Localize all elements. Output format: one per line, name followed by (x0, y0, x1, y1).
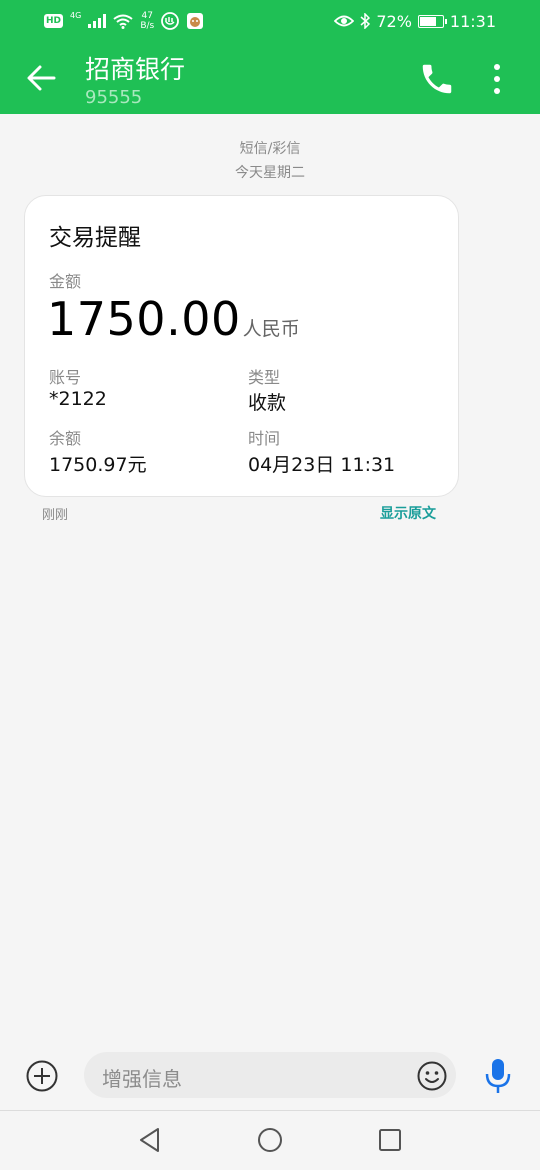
hd-badge: HD (44, 14, 64, 28)
time-value: 04月23日 11:31 (248, 454, 396, 476)
status-bar: HD 4G 47 B/s 72% 11:31 (0, 0, 540, 42)
arrow-left-icon (27, 65, 56, 91)
message-date-label: 今天星期二 (235, 165, 305, 181)
smiley-icon (417, 1061, 447, 1091)
avatar-notification-icon (187, 13, 204, 29)
nav-back-button[interactable] (135, 1125, 165, 1155)
amount-row: 1750.00 人民币 (47, 292, 300, 346)
add-attachment-button[interactable] (25, 1059, 59, 1093)
message-list[interactable]: 短信/彩信 今天星期二 交易提醒 金额 1750.00 人民币 账号 *2122… (0, 114, 540, 1050)
amount-unit: 人民币 (242, 318, 300, 340)
emoji-button[interactable] (416, 1060, 448, 1092)
nav-home-button[interactable] (255, 1125, 285, 1155)
amount-label: 金额 (49, 272, 82, 291)
square-recents-icon (379, 1129, 401, 1151)
network-type: 4G (70, 10, 82, 20)
nav-recents-button[interactable] (375, 1125, 405, 1155)
speed-unit: B/s (140, 21, 155, 31)
account-value: *2122 (49, 388, 107, 410)
phone-icon (422, 64, 452, 94)
type-value: 收款 (248, 392, 287, 414)
contact-name: 招商银行 (85, 55, 186, 84)
compose-bar: 增强信息 (0, 1050, 540, 1110)
message-input-placeholder: 增强信息 (102, 1067, 182, 1091)
plus-circle-icon (26, 1060, 58, 1092)
balance-label: 余额 (49, 429, 82, 448)
show-original-link[interactable]: 显示原文 (380, 503, 436, 523)
network-speed: 47 B/s (140, 11, 154, 31)
signal-icon (88, 14, 107, 28)
bluetooth-icon (360, 13, 371, 29)
more-options-button[interactable] (484, 60, 510, 98)
voice-input-button[interactable] (484, 1058, 512, 1094)
contact-number: 95555 (85, 87, 143, 108)
circle-home-icon (258, 1128, 282, 1152)
amount-value: 1750.00 (47, 292, 241, 346)
balance-value: 1750.97元 (49, 454, 147, 476)
clock: 11:31 (449, 11, 496, 31)
call-button[interactable] (418, 60, 456, 98)
battery-percent: 72% (376, 11, 412, 31)
time-label: 时间 (248, 429, 281, 448)
back-button[interactable] (24, 60, 60, 96)
message-sent-time: 刚刚 (42, 508, 69, 523)
speed-value: 47 (141, 11, 153, 21)
battery-level (419, 16, 436, 26)
status-right-group: 72% 11:31 (334, 10, 496, 32)
system-nav-bar (0, 1110, 540, 1170)
account-label: 账号 (49, 368, 82, 387)
message-input[interactable]: 增强信息 (84, 1052, 456, 1098)
more-vertical-icon (494, 64, 500, 94)
type-label: 类型 (248, 368, 281, 387)
wifi-icon (113, 14, 133, 29)
card-title: 交易提醒 (49, 225, 141, 251)
eye-comfort-icon (334, 15, 355, 27)
app-notification-icon (161, 12, 180, 30)
status-left-group: HD 4G 47 B/s (44, 10, 204, 32)
transaction-card[interactable]: 交易提醒 金额 1750.00 人民币 账号 *2122 类型 收款 余额 17… (24, 195, 459, 497)
battery-icon (417, 14, 447, 28)
app-bar: 招商银行 95555 (0, 42, 540, 114)
message-type-label: 短信/彩信 (239, 141, 301, 157)
microphone-icon (485, 1059, 511, 1093)
triangle-back-icon (140, 1128, 159, 1152)
